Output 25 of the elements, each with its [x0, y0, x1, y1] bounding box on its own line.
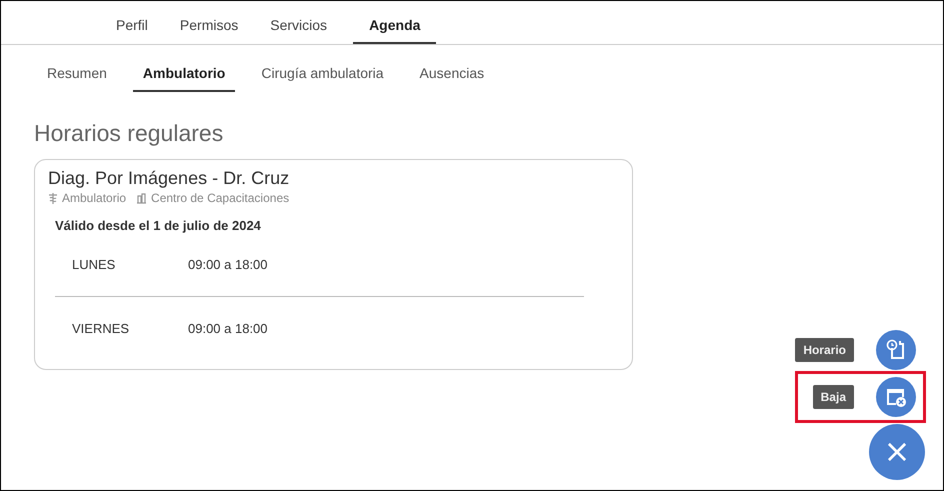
- action-button[interactable]: [876, 330, 916, 370]
- window-remove-icon: [885, 386, 907, 408]
- sub-tab[interactable]: Ausencias: [410, 65, 494, 92]
- card-title: Diag. Por Imágenes - Dr. Cruz: [48, 168, 290, 189]
- clock-calendar-icon: [885, 339, 907, 361]
- main-tab[interactable]: Agenda: [353, 17, 436, 44]
- sub-tab[interactable]: Resumen: [37, 65, 117, 92]
- weekday: LUNES: [72, 257, 116, 272]
- valid-from: Válido desde el 1 de julio de 2024: [55, 218, 262, 233]
- weekday: VIERNES: [72, 321, 130, 336]
- hours: 09:00 a 18:00: [188, 321, 268, 336]
- hours: 09:00 a 18:00: [188, 257, 268, 272]
- main-tab[interactable]: Permisos: [164, 17, 254, 44]
- close-button[interactable]: ×: [869, 424, 925, 480]
- action-label: Baja: [812, 385, 854, 409]
- building-icon: [136, 192, 148, 204]
- location: Centro de Capacitaciones: [151, 191, 290, 205]
- sub-tab[interactable]: Ambulatorio: [132, 65, 236, 92]
- main-tab[interactable]: Servicios: [254, 17, 344, 44]
- action-button[interactable]: [876, 377, 916, 417]
- sub-tab[interactable]: Cirugía ambulatoria: [251, 65, 394, 92]
- service-type: Ambulatorio: [62, 191, 126, 205]
- section-title: Horarios regulares: [34, 120, 224, 147]
- action-label: Horario: [795, 338, 854, 362]
- main-tab[interactable]: Perfil: [100, 17, 164, 44]
